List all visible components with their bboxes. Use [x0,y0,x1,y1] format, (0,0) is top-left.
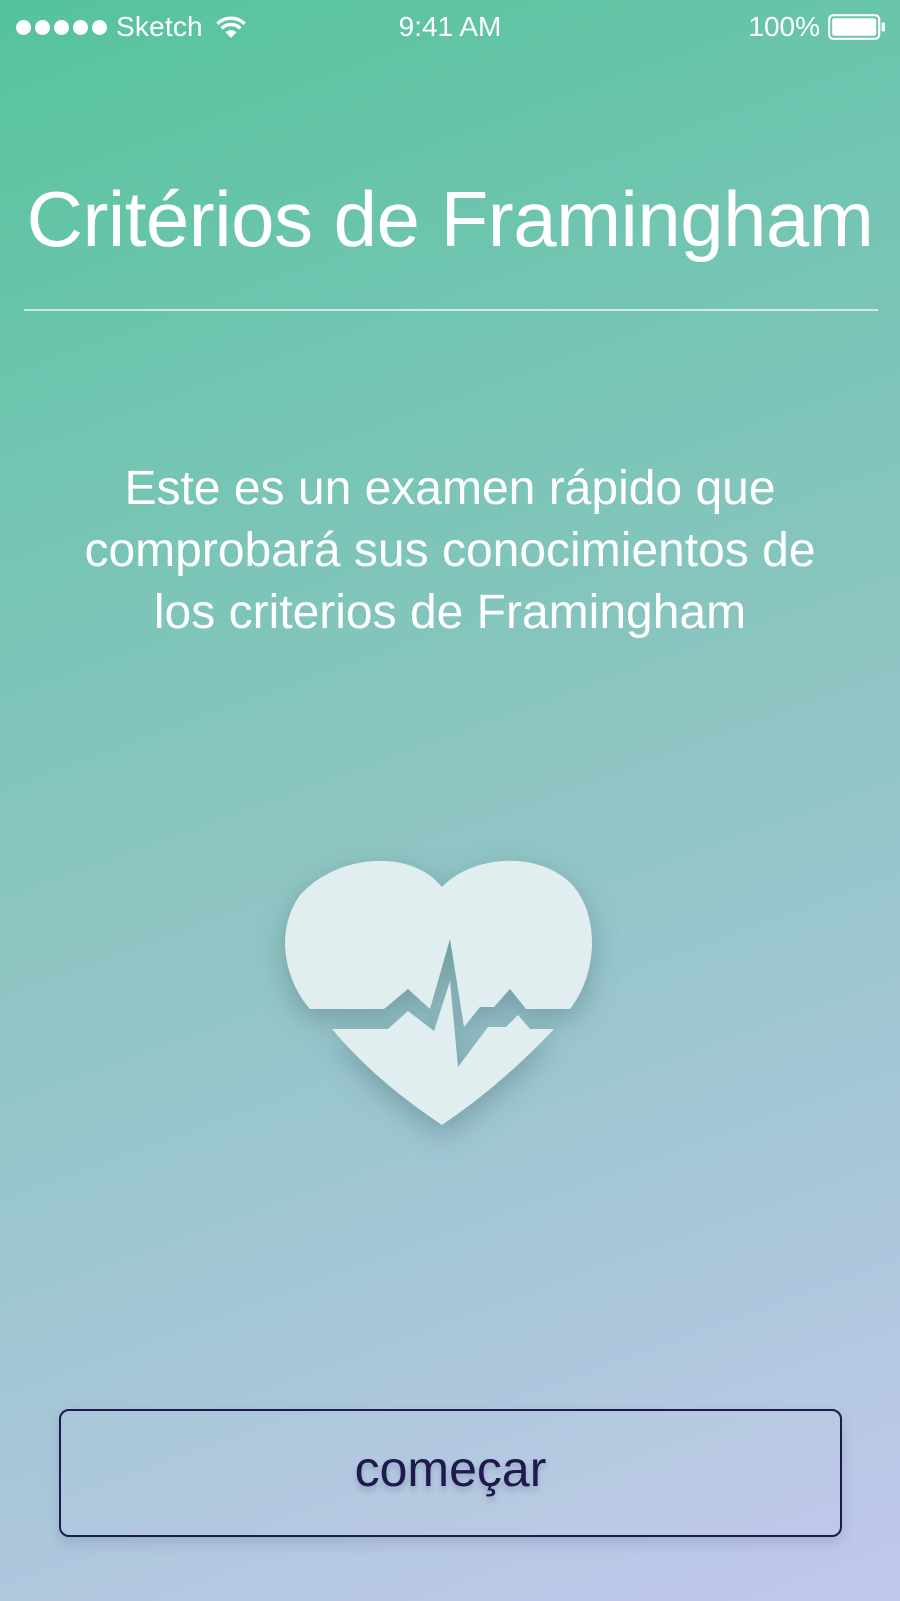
battery-icon [828,14,885,40]
start-button[interactable]: começar [59,1409,842,1537]
status-bar-right: 100% [748,8,886,46]
title-divider [24,309,878,311]
app-screen: Sketch 9:41 AM 100% Critérios de Framing… [0,0,900,1601]
page-title: Critérios de Framingham [26,175,874,264]
start-button-label: começar [354,1441,547,1497]
status-bar: Sketch 9:41 AM 100% [0,0,900,54]
battery-percent: 100% [748,11,820,42]
intro-description: Este es un examen rápido que comprobará … [84,462,816,639]
heart-pulse-icon [285,860,593,1125]
